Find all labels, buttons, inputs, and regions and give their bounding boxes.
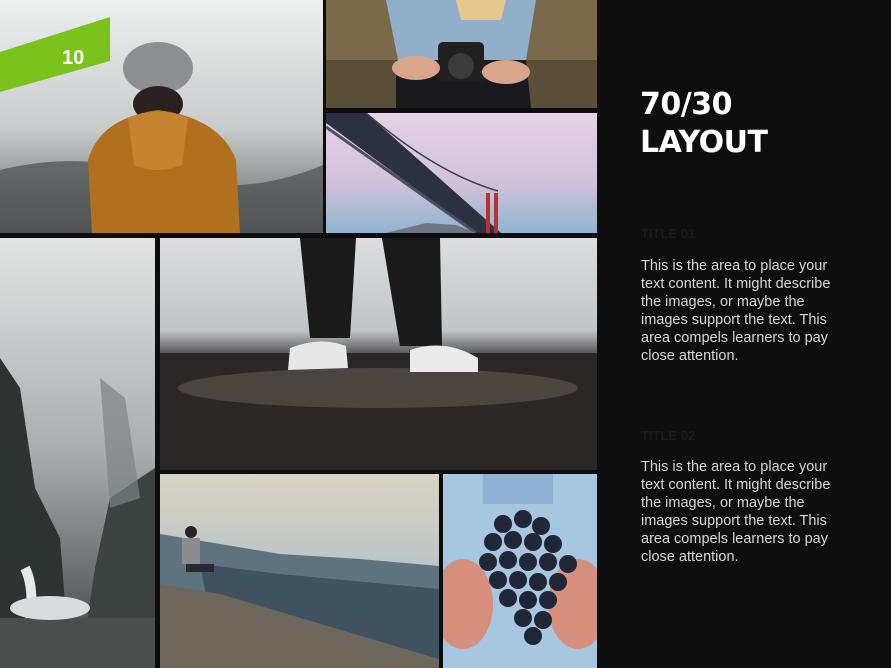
photo-camera-hands: [326, 0, 597, 108]
slide-number-badge: 10: [0, 17, 110, 92]
badge-shape: [0, 17, 110, 92]
photo-foggy-cliffs: [0, 238, 155, 668]
section-2-title: TITLE 02: [641, 428, 696, 443]
slide: 10 70/30 LAYOUT TITLE 01 This is the are…: [0, 0, 891, 668]
section-2-body: This is the area to place your text cont…: [641, 459, 831, 565]
section-1-body: This is the area to place your text cont…: [641, 258, 831, 364]
slide-number: 10: [62, 47, 85, 69]
slide-heading: 70/30 LAYOUT: [640, 86, 870, 162]
photo-grapes: [443, 474, 597, 668]
section-1-title: TITLE 01: [641, 226, 696, 241]
photo-sneakers: [160, 238, 597, 470]
heading-line-1: 70/30: [640, 87, 732, 122]
heading-line-2: LAYOUT: [640, 125, 768, 160]
photo-man-on-wall: [160, 474, 439, 668]
photo-bridge: [326, 113, 597, 233]
